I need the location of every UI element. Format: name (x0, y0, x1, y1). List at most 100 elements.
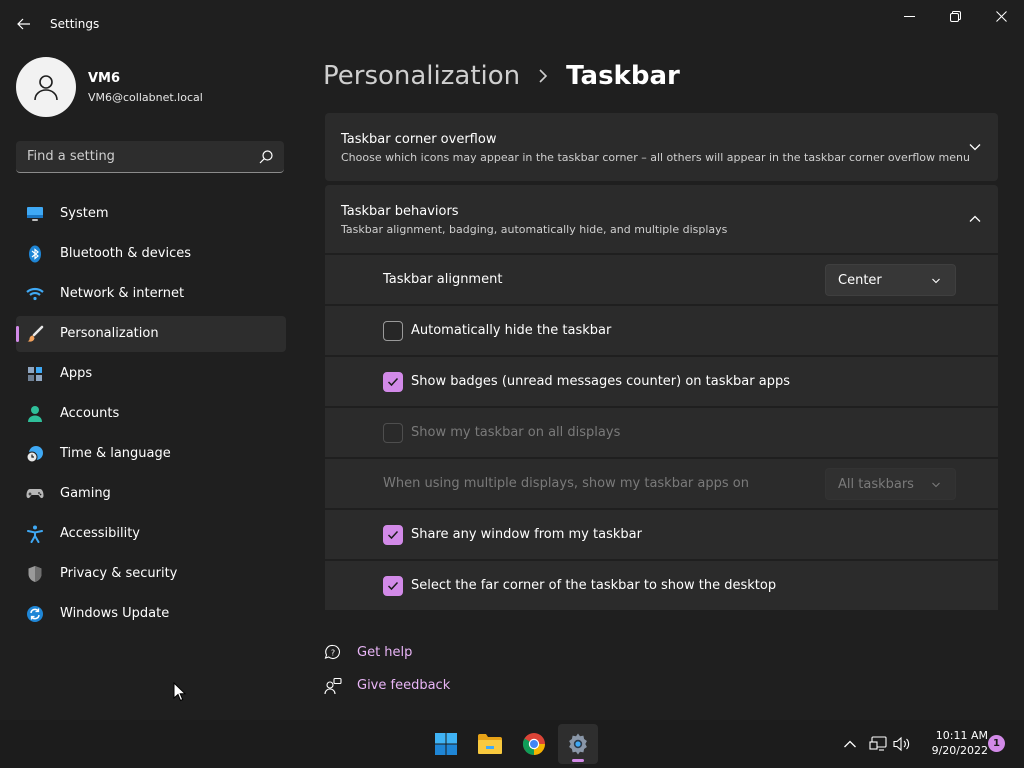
sidebar-item-gaming[interactable]: Gaming (16, 476, 286, 512)
corner-overflow-card[interactable]: Taskbar corner overflow Choose which ico… (325, 113, 998, 181)
monitor-icon (26, 205, 44, 223)
title-bar: Settings (0, 0, 1024, 48)
sidebar-item-privacy-security[interactable]: Privacy & security (16, 556, 286, 592)
minimize-icon (903, 15, 915, 17)
page-title: Taskbar (566, 61, 680, 91)
taskbar-alignment-dropdown[interactable]: Center (825, 264, 956, 296)
notification-badge[interactable]: 1 (988, 735, 1005, 752)
minimize-button[interactable] (886, 0, 932, 32)
search-box[interactable] (16, 141, 284, 173)
taskbar-clock[interactable]: 10:11 AM 9/20/2022 (916, 728, 988, 758)
sidebar-item-label: Network & internet (60, 286, 185, 301)
auto-hide-row: Automatically hide the taskbar (325, 304, 998, 355)
checkmark-icon (387, 581, 399, 591)
sidebar-item-label: Windows Update (60, 606, 170, 621)
auto-hide-checkbox[interactable] (383, 321, 403, 341)
taskbar-behaviors-card: Taskbar behaviors Taskbar alignment, bad… (325, 185, 998, 610)
all-displays-label: Show my taskbar on all displays (411, 425, 621, 440)
badges-checkbox[interactable] (383, 372, 403, 392)
breadcrumb-parent[interactable]: Personalization (323, 61, 520, 91)
start-button[interactable] (426, 724, 466, 764)
share-window-checkbox[interactable] (383, 525, 403, 545)
chevron-up-icon[interactable] (968, 212, 982, 226)
chevron-up-icon (844, 740, 856, 748)
restore-icon (949, 10, 961, 22)
multi-display-dropdown[interactable]: All taskbars (825, 468, 956, 500)
far-corner-checkbox[interactable] (383, 576, 403, 596)
multi-display-value: All taskbars (838, 477, 914, 492)
checkmark-icon (387, 530, 399, 540)
tray-overflow-button[interactable] (840, 734, 860, 754)
clock-date: 9/20/2022 (931, 744, 988, 757)
sidebar-item-label: Apps (60, 366, 93, 381)
multi-display-row: When using multiple displays, show my ta… (325, 457, 998, 508)
sidebar-item-label: Time & language (60, 446, 171, 461)
sidebar-item-windows-update[interactable]: Windows Update (16, 596, 286, 632)
file-explorer-button[interactable] (470, 724, 510, 764)
restore-button[interactable] (932, 0, 978, 32)
shield-icon (26, 565, 44, 583)
chevron-down-icon (932, 278, 940, 284)
windows-start-icon (435, 733, 457, 755)
far-corner-label: Select the far corner of the taskbar to … (411, 578, 777, 593)
get-help-label: Get help (357, 645, 413, 660)
back-button[interactable] (10, 12, 38, 36)
back-arrow-icon (17, 18, 30, 30)
corner-overflow-subtitle: Choose which icons may appear in the tas… (341, 151, 970, 164)
sidebar-item-label: Accounts (60, 406, 120, 421)
user-email: VM6@collabnet.local (88, 91, 203, 104)
all-displays-checkbox[interactable] (383, 423, 403, 443)
multi-display-label: When using multiple displays, show my ta… (383, 476, 749, 491)
sidebar-item-apps[interactable]: Apps (16, 356, 286, 392)
all-displays-row: Show my taskbar on all displays (325, 406, 998, 457)
network-tray-button[interactable] (868, 734, 888, 754)
sidebar-item-personalization[interactable]: Personalization (16, 316, 286, 352)
far-corner-row: Select the far corner of the taskbar to … (325, 559, 998, 610)
user-name: VM6 (88, 71, 121, 86)
network-ethernet-icon (869, 736, 887, 751)
sidebar-item-network[interactable]: Network & internet (16, 276, 286, 312)
sidebar-item-label: Privacy & security (60, 566, 178, 581)
taskbar: 10:11 AM 9/20/2022 1 (0, 720, 1024, 768)
search-icon[interactable] (258, 149, 274, 165)
give-feedback-label: Give feedback (357, 678, 451, 693)
checkmark-icon (387, 377, 399, 387)
bluetooth-icon (26, 245, 44, 263)
close-button[interactable] (978, 0, 1024, 32)
file-explorer-icon (478, 734, 502, 754)
speaker-icon (893, 736, 910, 752)
settings-gear-icon (569, 733, 587, 755)
gamepad-icon (26, 485, 44, 503)
sidebar-item-system[interactable]: System (16, 196, 286, 232)
taskbar-alignment-row: Taskbar alignment Center (325, 253, 998, 304)
corner-overflow-header[interactable]: Taskbar corner overflow Choose which ico… (325, 113, 998, 181)
volume-tray-button[interactable] (892, 734, 912, 754)
taskbar-behaviors-title: Taskbar behaviors (341, 204, 459, 219)
sidebar-item-accounts[interactable]: Accounts (16, 396, 286, 432)
person-avatar-icon (34, 75, 58, 101)
settings-app-button[interactable] (558, 724, 598, 764)
sidebar-item-accessibility[interactable]: Accessibility (16, 516, 286, 552)
app-title: Settings (50, 17, 100, 31)
taskbar-alignment-label: Taskbar alignment (383, 272, 503, 287)
auto-hide-label: Automatically hide the taskbar (411, 323, 612, 338)
badges-label: Show badges (unread messages counter) on… (411, 374, 790, 389)
get-help-link[interactable]: ? Get help (323, 641, 412, 665)
wifi-icon (26, 285, 44, 303)
sidebar-item-label: Personalization (60, 326, 159, 341)
sidebar-item-label: Gaming (60, 486, 111, 501)
mouse-cursor-icon (173, 682, 187, 702)
user-profile[interactable]: VM6 VM6@collabnet.local (16, 57, 286, 119)
give-feedback-link[interactable]: Give feedback (323, 674, 450, 698)
clock-globe-icon (26, 445, 44, 463)
update-icon (26, 605, 44, 623)
sidebar-item-bluetooth[interactable]: Bluetooth & devices (16, 236, 286, 272)
chevron-down-icon[interactable] (968, 140, 982, 154)
chrome-button[interactable] (514, 724, 554, 764)
search-input[interactable] (16, 141, 252, 171)
taskbar-behaviors-header[interactable]: Taskbar behaviors Taskbar alignment, bad… (325, 185, 998, 253)
sidebar-item-time-language[interactable]: Time & language (16, 436, 286, 472)
badges-row: Show badges (unread messages counter) on… (325, 355, 998, 406)
paintbrush-icon (26, 325, 44, 343)
avatar (16, 57, 76, 117)
